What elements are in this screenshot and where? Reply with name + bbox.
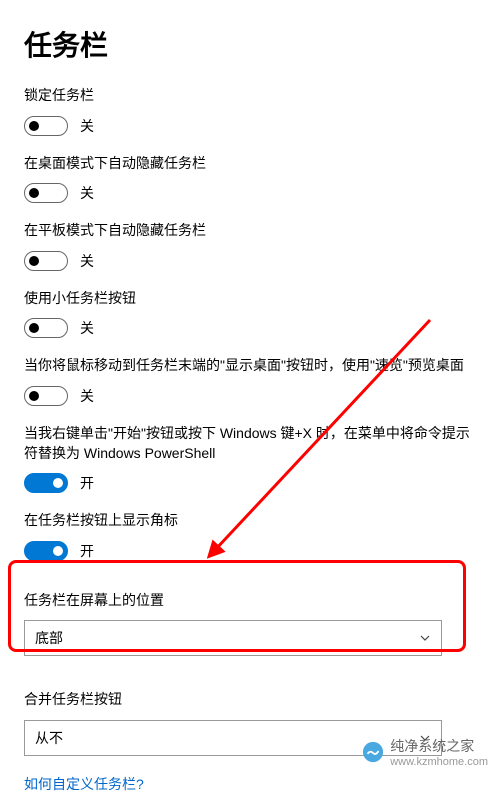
toggle-state-text: 关 [80, 251, 94, 271]
setting-label: 在桌面模式下自动隐藏任务栏 [24, 154, 476, 174]
toggle-state-text: 关 [80, 116, 94, 136]
dropdown-value: 从不 [35, 728, 63, 748]
setting-label: 在任务栏按钮上显示角标 [24, 511, 476, 531]
setting-powershell: 当我右键单击"开始"按钮或按下 Windows 键+X 时，在菜单中将命令提示符… [24, 424, 476, 493]
setting-label: 合并任务栏按钮 [24, 690, 476, 710]
setting-label: 当你将鼠标移动到任务栏末端的"显示桌面"按钮时，使用"速览"预览桌面 [24, 356, 476, 376]
toggle-autohide-tablet[interactable] [24, 251, 68, 271]
setting-peek: 当你将鼠标移动到任务栏末端的"显示桌面"按钮时，使用"速览"预览桌面 关 [24, 356, 476, 406]
toggle-badges[interactable] [24, 541, 68, 561]
toggle-state-text: 开 [80, 473, 94, 493]
watermark-url: www.kzmhome.com [390, 756, 488, 768]
setting-autohide-desktop: 在桌面模式下自动隐藏任务栏 关 [24, 154, 476, 204]
watermark-text: 纯净系统之家 [390, 736, 488, 756]
watermark-logo-icon [362, 741, 384, 763]
toggle-powershell[interactable] [24, 473, 68, 493]
setting-label: 任务栏在屏幕上的位置 [24, 591, 476, 611]
setting-label: 在平板模式下自动隐藏任务栏 [24, 221, 476, 241]
toggle-autohide-desktop[interactable] [24, 183, 68, 203]
toggle-state-text: 关 [80, 183, 94, 203]
setting-small-buttons: 使用小任务栏按钮 关 [24, 289, 476, 339]
toggle-state-text: 关 [80, 318, 94, 338]
setting-lock-taskbar: 锁定任务栏 关 [24, 86, 476, 136]
setting-badges: 在任务栏按钮上显示角标 开 [24, 511, 476, 561]
toggle-state-text: 关 [80, 386, 94, 406]
setting-position: 任务栏在屏幕上的位置 底部 [10, 579, 490, 673]
page-title: 任务栏 [24, 24, 476, 64]
setting-label: 使用小任务栏按钮 [24, 289, 476, 309]
dropdown-value: 底部 [35, 628, 63, 648]
setting-label: 当我右键单击"开始"按钮或按下 Windows 键+X 时，在菜单中将命令提示符… [24, 424, 476, 463]
setting-label: 锁定任务栏 [24, 86, 476, 106]
toggle-small-buttons[interactable] [24, 318, 68, 338]
watermark: 纯净系统之家 www.kzmhome.com [362, 736, 488, 768]
customize-link[interactable]: 如何自定义任务栏? [24, 774, 476, 794]
chevron-down-icon [419, 632, 431, 644]
toggle-state-text: 开 [80, 541, 94, 561]
dropdown-taskbar-position[interactable]: 底部 [24, 620, 442, 656]
setting-autohide-tablet: 在平板模式下自动隐藏任务栏 关 [24, 221, 476, 271]
toggle-lock-taskbar[interactable] [24, 116, 68, 136]
toggle-peek[interactable] [24, 386, 68, 406]
